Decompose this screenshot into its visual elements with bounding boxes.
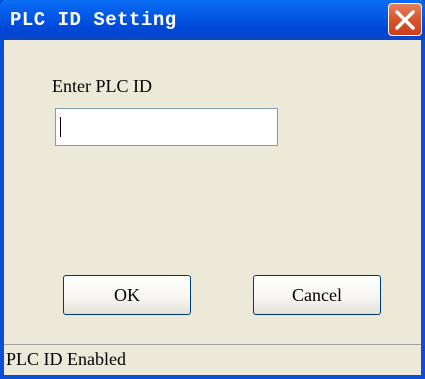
close-button[interactable] bbox=[388, 3, 422, 36]
window-title: PLC ID Setting bbox=[10, 9, 177, 31]
status-text: PLC ID Enabled bbox=[6, 349, 126, 369]
plc-id-label: Enter PLC ID bbox=[52, 76, 152, 96]
status-bar: PLC ID Enabled bbox=[4, 344, 421, 375]
title-bar[interactable]: PLC ID Setting bbox=[0, 0, 425, 40]
ok-button[interactable]: OK bbox=[63, 275, 191, 315]
text-caret bbox=[60, 117, 61, 137]
plc-id-dialog: PLC ID Setting Enter PLC ID OK Cancel PL… bbox=[0, 0, 425, 379]
dialog-body: Enter PLC ID OK Cancel PLC ID Enabled bbox=[4, 40, 421, 375]
cancel-button[interactable]: Cancel bbox=[253, 275, 381, 315]
plc-id-input[interactable] bbox=[55, 108, 278, 146]
